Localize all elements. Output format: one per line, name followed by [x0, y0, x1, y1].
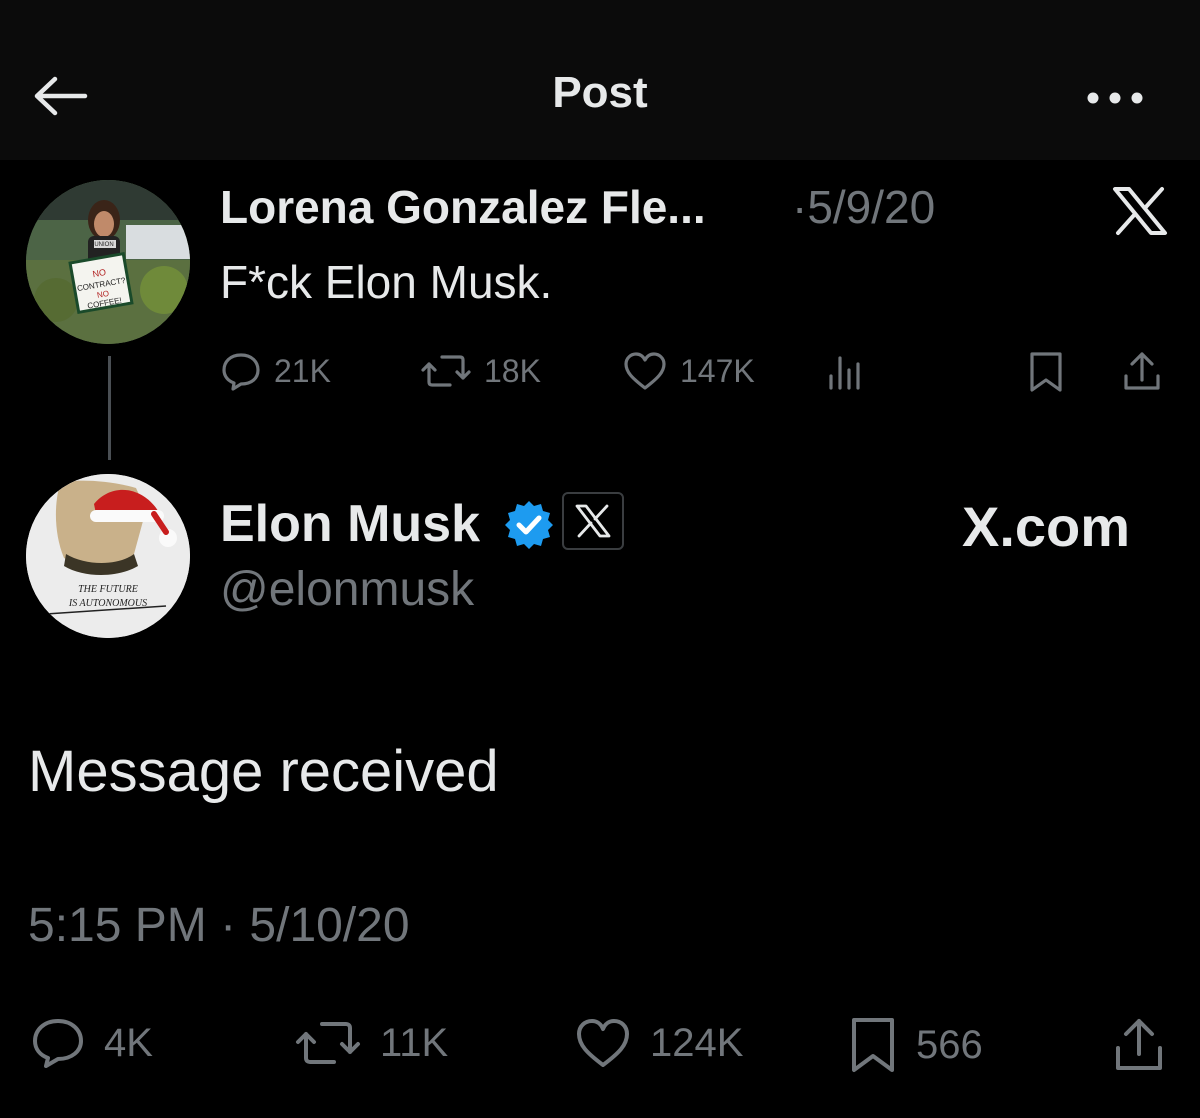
avatar-image: THE FUTURE IS AUTONOMOUS	[26, 474, 190, 638]
x-logo-icon	[575, 504, 611, 538]
page-title: Post	[552, 68, 648, 117]
post-timestamp[interactable]: 5:15 PM · 5/10/20	[28, 898, 410, 953]
verified-badge-icon[interactable]	[502, 498, 556, 552]
share-icon	[1124, 352, 1160, 390]
share-button[interactable]	[1120, 350, 1164, 394]
author-handle[interactable]: @elonmusk	[220, 562, 474, 617]
like-count-main: 124K	[650, 1020, 744, 1065]
affiliation-badge[interactable]	[562, 492, 624, 550]
repost-button-main[interactable]: 11K	[294, 1016, 448, 1070]
repost-count: 18K	[484, 352, 541, 389]
avatar-caption: THE FUTURE	[78, 584, 138, 595]
bookmark-icon	[852, 1018, 894, 1072]
reply-text: Message received	[28, 739, 499, 804]
heart-icon	[577, 1019, 629, 1067]
reply-count-main: 4K	[104, 1020, 153, 1065]
repost-count-main: 11K	[380, 1020, 449, 1065]
bookmark-count: 566	[916, 1022, 983, 1067]
views-icon	[829, 356, 860, 390]
views-button[interactable]	[826, 350, 866, 392]
more-options-button[interactable]	[1080, 78, 1150, 118]
reply-count: 21K	[274, 352, 331, 389]
avatar-elon[interactable]: THE FUTURE IS AUTONOMOUS	[26, 474, 190, 638]
like-count: 147K	[680, 352, 755, 389]
x-logo-icon[interactable]	[1112, 186, 1168, 236]
affiliation-link[interactable]: X.com	[962, 494, 1130, 559]
bookmark-button-main[interactable]: 566	[848, 1016, 983, 1074]
heart-icon	[624, 352, 666, 390]
share-icon	[1116, 1019, 1162, 1070]
thread-line	[108, 356, 111, 460]
reply-icon	[222, 353, 260, 391]
like-button-main[interactable]: 124K	[574, 1016, 743, 1070]
more-dots-icon	[1087, 92, 1143, 104]
back-button[interactable]	[30, 68, 92, 124]
reply-button-main[interactable]: 4K	[30, 1016, 153, 1070]
bookmark-icon	[1030, 352, 1062, 392]
author-name[interactable]: Lorena Gonzalez Fle...	[220, 180, 706, 234]
like-button[interactable]: 147K	[622, 350, 755, 392]
reply-icon	[33, 1019, 83, 1068]
author-name-elon[interactable]: Elon Musk	[220, 494, 480, 554]
post-date[interactable]: ·5/9/20	[792, 180, 935, 234]
avatar-lorena[interactable]: NO CONTRACT? NO COFFEE! UNION	[26, 180, 190, 344]
bookmark-button[interactable]	[1026, 350, 1066, 394]
post-text: F*ck Elon Musk.	[220, 256, 553, 308]
repost-icon	[421, 355, 471, 387]
share-button-main[interactable]	[1112, 1016, 1166, 1074]
arrow-left-icon	[34, 76, 88, 116]
repost-button[interactable]: 18K	[420, 350, 541, 392]
avatar-photo: NO CONTRACT? NO COFFEE! UNION	[26, 180, 190, 344]
repost-icon	[296, 1022, 360, 1064]
top-bar: Post	[0, 0, 1200, 160]
svg-text:UNION: UNION	[94, 242, 113, 248]
reply-button[interactable]: 21K	[220, 350, 331, 392]
